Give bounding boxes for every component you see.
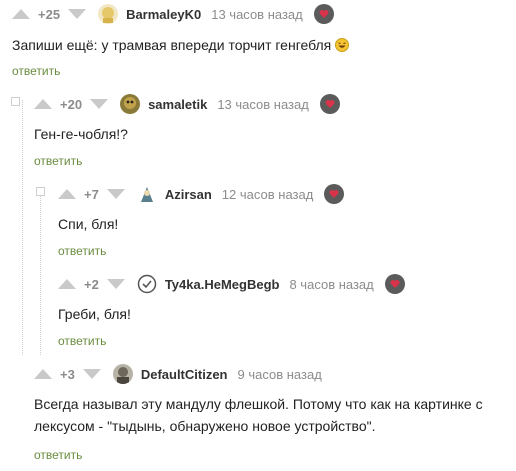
collapse-button[interactable] bbox=[36, 187, 45, 196]
reply-link[interactable]: ответить bbox=[58, 334, 106, 348]
collapse-button[interactable] bbox=[11, 97, 20, 106]
comment-rating: +7 bbox=[84, 186, 99, 202]
avatar[interactable] bbox=[136, 184, 157, 204]
heart-badge-icon bbox=[384, 273, 406, 295]
downvote-icon[interactable] bbox=[106, 189, 125, 199]
comment-rating: +3 bbox=[60, 366, 75, 382]
timestamp[interactable]: 13 часов назад bbox=[211, 7, 303, 22]
avatar[interactable] bbox=[98, 4, 119, 24]
vote-controls: +25 bbox=[12, 6, 87, 22]
timestamp[interactable]: 13 часов назад bbox=[217, 97, 309, 112]
vote-controls: +20 bbox=[34, 96, 109, 112]
downvote-icon[interactable] bbox=[90, 99, 109, 109]
comment-text-line: Всегда называл эту мандулу флешкой. Пото… bbox=[34, 396, 483, 412]
comment-text-line: лексусом - "тыдынь, обнаружено новое уст… bbox=[34, 418, 376, 434]
heart-badge-icon bbox=[319, 93, 341, 115]
downvote-icon[interactable] bbox=[68, 9, 87, 19]
vote-controls: +2 bbox=[58, 277, 125, 292]
vote-controls: +7 bbox=[58, 187, 125, 202]
username[interactable]: Azirsan bbox=[165, 187, 212, 202]
comment-text: Греби, бля! bbox=[58, 306, 131, 322]
comment-header: +25 BarmaleyK0 13 часов назад bbox=[12, 4, 335, 24]
reply-link[interactable]: ответить bbox=[34, 448, 82, 462]
comment-text: Всегда называл эту мандулу флешкой. Пото… bbox=[34, 393, 514, 437]
comment-text: Ген-ге-чобля!? bbox=[34, 126, 128, 142]
heart-badge-icon bbox=[313, 3, 335, 25]
upvote-icon[interactable] bbox=[34, 369, 52, 379]
username[interactable]: samaletik bbox=[148, 97, 207, 112]
comment-header: +2 Ty4ka.HeMegBegb 8 часов назад bbox=[58, 274, 406, 294]
username[interactable]: Ty4ka.HeMegBegb bbox=[165, 277, 280, 292]
avatar[interactable] bbox=[120, 94, 141, 114]
upvote-icon[interactable] bbox=[12, 9, 30, 19]
username[interactable]: BarmaleyK0 bbox=[126, 7, 201, 22]
upvote-icon[interactable] bbox=[58, 189, 76, 199]
heart-badge-icon bbox=[323, 183, 345, 205]
reply-link[interactable]: ответить bbox=[12, 64, 60, 78]
thread-line bbox=[22, 100, 23, 355]
reply-link[interactable]: ответить bbox=[34, 154, 82, 168]
vote-controls: +3 bbox=[34, 367, 101, 382]
downvote-icon[interactable] bbox=[82, 369, 101, 379]
upvote-icon[interactable] bbox=[58, 279, 76, 289]
timestamp[interactable]: 8 часов назад bbox=[289, 277, 373, 292]
comment-rating: +20 bbox=[60, 96, 83, 112]
comment-text: Спи, бля! bbox=[58, 216, 119, 232]
username[interactable]: DefaultCitizen bbox=[141, 367, 228, 382]
comment-rating: +2 bbox=[84, 276, 99, 292]
timestamp[interactable]: 12 часов назад bbox=[222, 187, 314, 202]
laughing-emoji-icon bbox=[335, 38, 350, 52]
comment-header: +7 Azirsan 12 часов назад bbox=[58, 184, 345, 204]
comment-header: +20 samaletik 13 часов назад bbox=[34, 94, 341, 114]
upvote-icon[interactable] bbox=[34, 99, 52, 109]
comment-text: Запиши ещё: у трамвая впереди торчит ген… bbox=[12, 34, 350, 56]
downvote-icon[interactable] bbox=[106, 279, 125, 289]
thread-line bbox=[40, 190, 41, 355]
timestamp[interactable]: 9 часов назад bbox=[238, 367, 322, 382]
reply-link[interactable]: ответить bbox=[58, 244, 106, 258]
comment-header: +3 DefaultCitizen 9 часов назад bbox=[34, 364, 322, 384]
comment-rating: +25 bbox=[38, 6, 61, 22]
avatar[interactable] bbox=[112, 364, 133, 384]
avatar[interactable] bbox=[137, 274, 157, 294]
